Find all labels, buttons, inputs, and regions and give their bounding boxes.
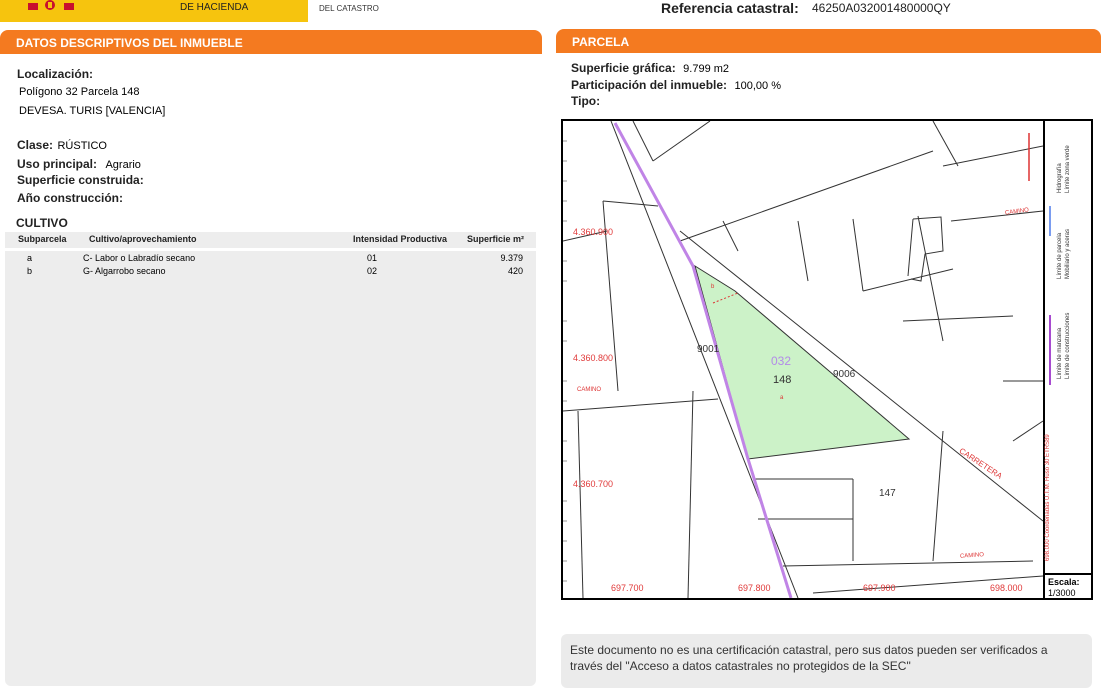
clase-label: Clase: (17, 138, 54, 152)
subparcela-b-label: b (711, 284, 715, 290)
legend-divider-bottom (1043, 573, 1091, 575)
disclaimer-line2: través del "Acceso a datos catastrales n… (570, 659, 911, 673)
legend-parcela: Límite de parcela (1057, 232, 1063, 279)
cultivo-header-subparcela: Subparcela (18, 234, 67, 244)
cell-intensidad: 01 (367, 253, 378, 263)
legend-manzana: Límite de manzana (1057, 327, 1063, 379)
x-label-900: 697.900 (863, 583, 896, 593)
uso-row: Uso principal: Agrario (17, 155, 141, 173)
legend-hidrografia-swatch (1049, 206, 1051, 236)
escala-value: 1/3000 (1048, 588, 1076, 598)
parcela-9001-label: 9001 (697, 344, 720, 355)
participacion-value: 100,00 % (734, 80, 781, 92)
office-name: DEL CATASTRO (319, 4, 379, 13)
participacion-label: Participación del inmueble: (571, 78, 728, 92)
clase-value: RÚSTICO (57, 140, 107, 152)
uso-value: Agrario (105, 159, 141, 171)
cultivo-title: CULTIVO (16, 216, 68, 230)
cultivo-header-superficie: Superficie m² (467, 234, 525, 244)
anio-construccion-label: Año construcción: (17, 191, 124, 205)
legend-mobiliario: Mobiliario y aceras (1065, 228, 1071, 279)
y-label-900: 4.360.900 (573, 227, 614, 237)
cadastral-map[interactable]: 4.360.900 4.360.800 4.360.700 697.700 69… (561, 119, 1093, 600)
cell-superficie: 9.379 (500, 253, 523, 263)
legend-hidrografia: Hidrografía (1057, 163, 1063, 193)
y-label-800: 4.360.800 (573, 353, 614, 363)
disclaimer-line1: Este documento no es una certificación c… (570, 643, 1048, 657)
superficie-grafica-row: Superficie gráfica: 9.799 m2 (571, 59, 729, 77)
parcela-9006-label: 9006 (833, 369, 856, 380)
cultivo-header-intensidad: Intensidad Productiva (353, 234, 448, 244)
cell-subparcela: a (27, 253, 33, 263)
legend-zona-verde: Límite zona verde (1065, 145, 1071, 193)
section-title-inmueble: DATOS DESCRIPTIVOS DEL INMUEBLE (0, 30, 542, 54)
map-ticks (563, 140, 567, 582)
table-row: a C- Labor o Labradío secano 01 9.379 (5, 252, 536, 264)
disclaimer-note: Este documento no es una certificación c… (561, 634, 1092, 688)
camino-label-left: CAMINO (577, 387, 601, 393)
cultivo-header-cultivo: Cultivo/aprovechamiento (89, 234, 197, 244)
cell-superficie: 420 (507, 266, 523, 276)
cell-cultivo: C- Labor o Labradío secano (83, 253, 196, 263)
map-canvas[interactable] (563, 121, 1091, 598)
section-title-parcela: PARCELA (556, 29, 1101, 53)
legend-construcciones: Límite de construcciones (1065, 312, 1071, 379)
y-label-700: 4.360.700 (573, 479, 614, 489)
localizacion-line2: DEVESA. TURIS [VALENCIA] (19, 105, 166, 117)
clase-row: Clase: RÚSTICO (17, 136, 107, 154)
ministry-name: DE HACIENDA (180, 2, 249, 13)
cell-cultivo: G- Algarrobo secano (83, 266, 166, 276)
coord-note: 698.000 Coordenadas U.T.M. Huso 30 ETRS8… (1045, 434, 1051, 561)
superficie-grafica-value: 9.799 m2 (683, 63, 730, 75)
x-label-700: 697.700 (611, 583, 644, 593)
ref-catastral-label: Referencia catastral: (661, 0, 799, 16)
tipo-label: Tipo: (571, 94, 601, 108)
ref-catastral-value: 46250A032001480000QY (812, 1, 951, 15)
parcel-148-shape[interactable] (694, 264, 911, 460)
localizacion-line1: Polígono 32 Parcela 148 (19, 86, 140, 98)
cultivo-header-divider (5, 248, 536, 251)
subparcela-a-label: a (780, 395, 784, 401)
legend-manzana-swatch (1049, 315, 1051, 385)
parcela-147-label: 147 (879, 488, 896, 499)
superficie-construida-label: Superficie construida: (17, 173, 144, 187)
localizacion-label: Localización: (17, 67, 94, 81)
x-label-000: 698.000 (990, 583, 1023, 593)
table-row: b G- Algarrobo secano 02 420 (5, 265, 536, 277)
cultivo-table (5, 232, 536, 686)
poligono-label: 032 (771, 354, 792, 368)
cell-subparcela: b (27, 266, 33, 276)
x-label-800: 697.800 (738, 583, 771, 593)
superficie-grafica-label: Superficie gráfica: (571, 61, 676, 75)
escala-label: Escala: (1048, 577, 1080, 587)
cell-intensidad: 02 (367, 266, 378, 276)
parcela-label: 148 (773, 374, 792, 386)
participacion-row: Participación del inmueble: 100,00 % (571, 76, 781, 94)
uso-label: Uso principal: (17, 157, 98, 171)
coat-of-arms-icon (28, 0, 74, 10)
